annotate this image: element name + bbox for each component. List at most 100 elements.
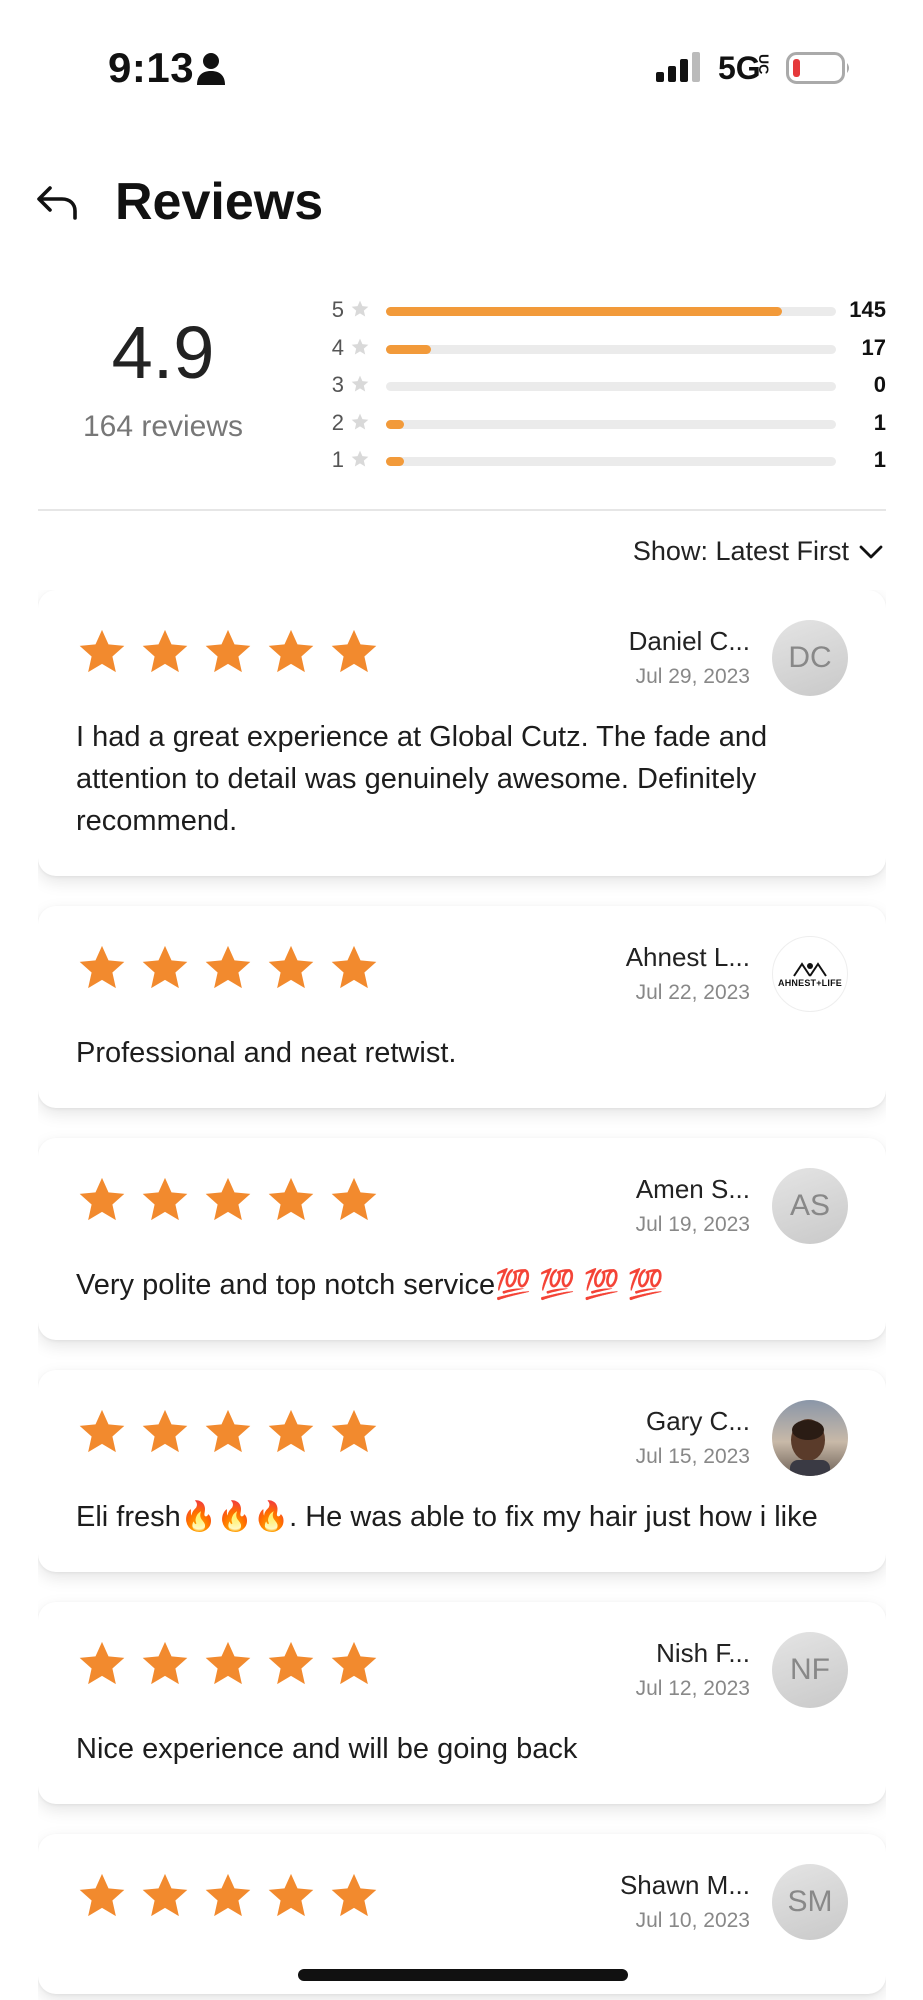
review-header: Daniel C... Jul 29, 2023 DC bbox=[76, 608, 848, 708]
star-icon bbox=[268, 629, 314, 673]
star-icon bbox=[351, 413, 369, 429]
review-card[interactable]: Daniel C... Jul 29, 2023 DC I had a grea… bbox=[38, 590, 886, 876]
review-list[interactable]: Daniel C... Jul 29, 2023 DC I had a grea… bbox=[38, 590, 886, 2000]
reviewer-name: Nish F... bbox=[656, 1638, 750, 1668]
distribution-stars-label: 3 bbox=[331, 372, 344, 397]
star-icon bbox=[331, 945, 377, 989]
distribution-count: 0 bbox=[873, 372, 886, 397]
star-icon bbox=[205, 629, 251, 673]
star-icon bbox=[79, 945, 125, 989]
review-date: Jul 10, 2023 bbox=[635, 1909, 750, 1932]
back-arrow-icon[interactable] bbox=[34, 178, 82, 226]
star-icon bbox=[205, 945, 251, 989]
star-icon bbox=[268, 945, 314, 989]
star-icon bbox=[331, 629, 377, 673]
reviewer-name: Daniel C... bbox=[628, 626, 750, 656]
distribution-bar-fill bbox=[386, 307, 782, 316]
review-count: 164 reviews bbox=[82, 410, 244, 443]
home-indicator[interactable] bbox=[298, 1969, 628, 1981]
review-card[interactable]: Nish F... Jul 12, 2023 NF Nice experienc… bbox=[38, 1602, 886, 1804]
star-icon bbox=[142, 1177, 188, 1221]
review-header: Shawn M... Jul 10, 2023 SM bbox=[76, 1852, 848, 1952]
avatar[interactable]: AS bbox=[772, 1168, 848, 1244]
network-label: 5G bbox=[718, 50, 761, 86]
network-sub-label: UC bbox=[756, 54, 772, 75]
distribution-row: 4 17 bbox=[326, 329, 891, 367]
star-icon bbox=[331, 1177, 377, 1221]
reviewer-info: Gary C... Jul 15, 2023 bbox=[636, 1406, 750, 1469]
distribution-count: 1 bbox=[873, 409, 886, 435]
reviewer-name: Gary C... bbox=[645, 1406, 750, 1436]
avatar[interactable] bbox=[772, 1400, 848, 1476]
review-header: Nish F... Jul 12, 2023 NF bbox=[76, 1620, 848, 1720]
sort-label: Show: Latest First bbox=[632, 536, 849, 566]
star-icon bbox=[331, 1409, 377, 1453]
star-icon bbox=[268, 1177, 314, 1221]
star-icon bbox=[79, 1409, 125, 1453]
sort-dropdown[interactable]: Show: Latest First bbox=[633, 536, 885, 567]
reviewer-name: Amen S... bbox=[635, 1174, 750, 1204]
star-icon bbox=[142, 945, 188, 989]
star-icon bbox=[205, 1177, 251, 1221]
distribution-bar bbox=[386, 382, 836, 391]
reviewer-info: Nish F... Jul 12, 2023 bbox=[636, 1638, 750, 1701]
review-card[interactable]: Gary C... Jul 15, 2023 Eli fresh🔥🔥🔥. He … bbox=[38, 1370, 886, 1572]
star-icon bbox=[268, 1409, 314, 1453]
review-text: Nice experience and will be going back bbox=[76, 1733, 578, 1765]
review-text: Eli fresh🔥🔥🔥. He was able to fix my hair… bbox=[76, 1501, 818, 1533]
review-header: Ahnest L... Jul 22, 2023 AHNEST+LIFE bbox=[76, 924, 848, 1024]
reviewer-info: Shawn M... Jul 10, 2023 bbox=[620, 1870, 750, 1933]
distribution-bar-fill bbox=[386, 344, 431, 354]
review-card[interactable]: Ahnest L... Jul 22, 2023 AHNEST+LIFE Pro… bbox=[38, 906, 886, 1108]
battery-icon bbox=[786, 52, 849, 84]
review-date: Jul 15, 2023 bbox=[635, 1445, 750, 1468]
logo-icon bbox=[793, 962, 827, 977]
star-icon bbox=[205, 1409, 251, 1453]
distribution-row: 5 145 bbox=[326, 291, 891, 329]
reviewer-info: Ahnest L... Jul 22, 2023 bbox=[626, 942, 750, 1005]
distribution-stars-label: 4 bbox=[331, 334, 344, 360]
distribution-bar-fill bbox=[386, 419, 404, 429]
profile-photo-icon bbox=[790, 1419, 830, 1476]
review-text: I had a great experience at Global Cutz.… bbox=[76, 721, 768, 837]
review-date: Jul 19, 2023 bbox=[635, 1213, 750, 1236]
star-rating bbox=[76, 942, 391, 994]
star-icon bbox=[79, 1641, 125, 1685]
distribution-bar bbox=[386, 457, 836, 466]
distribution-count: 1 bbox=[873, 447, 886, 472]
star-icon bbox=[351, 375, 369, 392]
review-header: Amen S... Jul 19, 2023 AS bbox=[76, 1156, 848, 1256]
star-icon bbox=[351, 300, 369, 317]
avatar[interactable]: NF bbox=[772, 1632, 848, 1708]
distribution-row: 1 1 bbox=[326, 441, 891, 479]
star-rating bbox=[76, 1174, 391, 1226]
star-icon bbox=[268, 1641, 314, 1685]
star-icon bbox=[79, 629, 125, 673]
avatar[interactable]: AHNEST+LIFE bbox=[772, 936, 848, 1012]
person-icon bbox=[197, 53, 225, 85]
status-time: 9:13 bbox=[108, 44, 195, 91]
reviewer-name: Shawn M... bbox=[619, 1870, 750, 1900]
review-card[interactable]: Amen S... Jul 19, 2023 AS Very polite an… bbox=[38, 1138, 886, 1340]
avatar[interactable]: SM bbox=[772, 1864, 848, 1940]
star-icon bbox=[351, 450, 369, 467]
reviewer-name: Ahnest L... bbox=[625, 942, 750, 972]
distribution-count: 17 bbox=[861, 334, 886, 360]
star-icon bbox=[331, 1641, 377, 1685]
star-rating bbox=[76, 1638, 391, 1690]
star-icon bbox=[79, 1177, 125, 1221]
review-text: Very polite and top notch service💯 💯 💯 💯 bbox=[76, 1269, 664, 1301]
star-icon bbox=[142, 629, 188, 673]
avatar[interactable]: DC bbox=[772, 620, 848, 696]
reviewer-info: Amen S... Jul 19, 2023 bbox=[636, 1174, 750, 1237]
distribution-bar-fill bbox=[386, 457, 404, 466]
review-date: Jul 22, 2023 bbox=[635, 981, 750, 1004]
review-header: Gary C... Jul 15, 2023 bbox=[76, 1388, 848, 1488]
review-text: Professional and neat retwist. bbox=[76, 1037, 457, 1069]
chevron-down-icon bbox=[859, 545, 883, 558]
distribution-count: 145 bbox=[849, 297, 886, 322]
review-date: Jul 29, 2023 bbox=[635, 665, 750, 688]
distribution-stars-label: 1 bbox=[331, 447, 344, 472]
star-icon bbox=[351, 338, 369, 354]
reviewer-info: Daniel C... Jul 29, 2023 bbox=[629, 626, 750, 689]
